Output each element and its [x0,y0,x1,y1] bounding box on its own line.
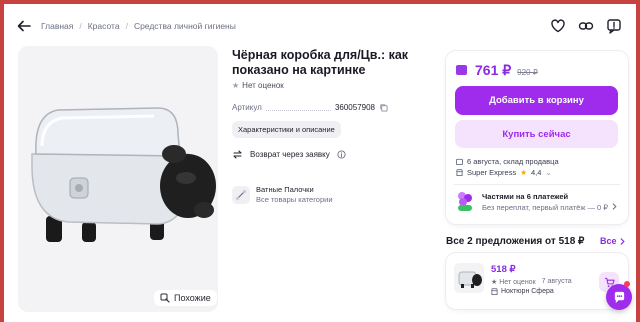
info-icon[interactable] [337,150,346,159]
buy-card: 761 ₽ 920 ₽ Добавить в корзину Купить се… [446,51,628,224]
similar-button[interactable]: Похожие [154,290,217,306]
breadcrumb-item-home[interactable]: Главная [41,21,73,31]
seller-rating: 4,4 [530,168,542,177]
shop-icon [491,288,498,295]
copy-icon[interactable] [379,103,388,112]
delivery-info: 6 августа, склад продавца Super Express … [456,156,559,178]
similar-button-label: Похожие [174,293,211,303]
offer-thumbnail [454,263,484,293]
price: 761 ₽ [475,62,512,78]
cotton-swab-icon [232,186,250,204]
link-icon[interactable] [578,18,594,34]
offer-card[interactable]: 518 ₽ ★ Нет оценок 7 августа Ноктюрн Сфе… [446,253,628,309]
chevron-right-icon [620,237,625,245]
price-row: 761 ₽ 920 ₽ [456,62,538,79]
chat-icon [614,291,624,303]
offer-seller: Ноктюрн Сфера [491,288,554,295]
star-icon: ★ [491,279,500,286]
article-dots [265,105,331,111]
wallet-icon [456,65,467,75]
installments-row[interactable]: Частями на 6 платежей Без переплат, перв… [456,191,608,213]
category-link[interactable]: Ватные Палочки Все товары категории [232,185,333,205]
installments-text: Частями на 6 платежей Без переплат, перв… [482,191,608,213]
offer-seller-name: Ноктюрн Сфера [501,288,554,295]
delivery-row: 6 августа, склад продавца [456,156,559,167]
installments-title: Частями на 6 платежей [482,192,569,201]
image-search-icon [160,293,170,303]
installments-icon [458,192,472,211]
offer-date: 7 августа [541,278,572,285]
article-row: Артикул 360057908 [232,103,388,112]
offer-rating-text: Нет оценок [499,279,536,286]
star-icon: ★ [520,168,527,177]
breadcrumb-separator: / [79,21,82,31]
product-title: Чёрная коробка для/Цв.: как показано на … [232,48,409,77]
product-rating[interactable]: ★ Нет оценок [232,81,284,90]
delivery-text: 6 августа, склад продавца [467,157,559,166]
chevron-down-icon: ⌄ [545,168,552,177]
category-name: Ватные Палочки [256,185,314,194]
rating-text: Нет оценок [242,81,284,90]
return-text: Возврат через заявку [250,150,330,159]
offer-price: 518 ₽ [491,264,516,275]
breadcrumb-item-hygiene[interactable]: Средства личной гигиены [134,21,236,31]
characteristics-button[interactable]: Характеристики и описание [232,121,341,138]
article-value: 360057908 [334,103,375,112]
offers-all-label: Все [600,236,617,246]
chat-button[interactable] [606,284,632,310]
old-price: 920 ₽ [517,68,538,77]
category-text: Ватные Палочки Все товары категории [256,185,333,205]
header-actions [550,18,622,34]
breadcrumb-item-beauty[interactable]: Красота [88,21,120,31]
offers-title: Все 2 предложения от 518 ₽ [446,236,585,247]
box-icon [456,158,463,165]
category-sub: Все товары категории [256,195,333,204]
return-policy[interactable]: Возврат через заявку [232,149,346,160]
seller-name: Super Express [467,168,517,177]
product-image-card[interactable]: Похожие [18,46,218,312]
offer-rating: ★ Нет оценок [491,278,536,286]
seller-row[interactable]: Super Express ★ 4,4 ⌄ [456,167,559,178]
product-image [31,107,216,242]
back-arrow-icon[interactable] [16,18,32,34]
offer-meta: ★ Нет оценок 7 августа [491,278,572,286]
installments-sub: Без переплат, первый платёж — 0 ₽ [482,203,609,212]
buy-now-button[interactable]: Купить сейчас [455,120,618,148]
return-arrows-icon [233,150,242,159]
shop-icon [456,169,463,176]
breadcrumb: Главная / Красота / Средства личной гиги… [41,21,236,31]
offers-all-link[interactable]: Все [600,236,626,246]
chevron-right-icon [612,203,617,210]
divider [454,184,620,185]
article-label: Артикул [232,103,262,112]
heart-icon[interactable] [550,18,566,34]
add-to-cart-button[interactable]: Добавить в корзину [455,86,618,115]
breadcrumb-separator: / [125,21,128,31]
star-icon: ★ [232,81,240,90]
report-icon[interactable] [606,18,622,34]
notification-dot [624,281,630,287]
product-page: Главная / Красота / Средства личной гиги… [4,4,636,322]
